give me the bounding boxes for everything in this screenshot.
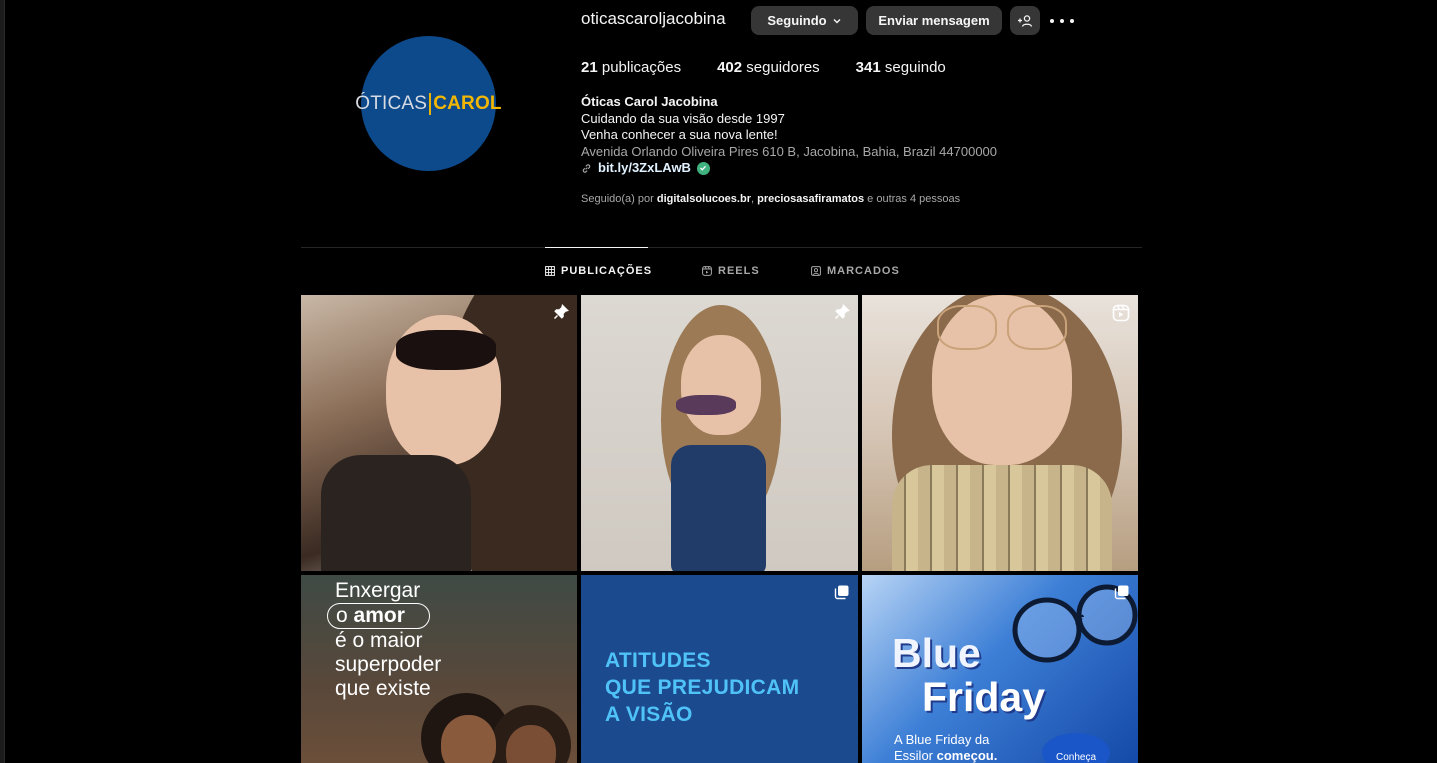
tile-6-sub-2b: começou.	[936, 748, 998, 763]
followers-label: seguidores	[746, 59, 820, 76]
photo-glasses-right	[1007, 305, 1067, 350]
reels-icon	[702, 266, 712, 276]
tile-5-line-2: QUE PREJUDICAM	[605, 676, 800, 699]
post-tile-4[interactable]: Enxergar o amor é o maior superpoder que…	[301, 575, 577, 763]
bio-name: Óticas Carol Jacobina	[581, 94, 718, 109]
tile-6-title-1: Blue	[892, 630, 981, 676]
carousel-icon	[834, 585, 849, 600]
bio-line-2: Venha conhecer a sua nova lente!	[581, 127, 778, 142]
tile-5-line-1: ATITUDES	[605, 649, 711, 672]
tile-6-badge-text: Conheça	[1055, 752, 1097, 763]
followed-by-suffix: e outras 4 pessoas	[867, 193, 961, 205]
profile-stats: 21 publicações 402 seguidores 341 seguin…	[581, 59, 982, 76]
bio-link[interactable]: bit.ly/3ZxLAwB	[581, 160, 997, 177]
post-tile-1[interactable]	[301, 295, 577, 571]
following-button-label: Seguindo	[767, 13, 827, 28]
following-button[interactable]: Seguindo	[751, 6, 858, 35]
tile-6-title: Blue Friday	[892, 631, 1045, 719]
pinned-icon	[553, 304, 569, 320]
posts-label: publicações	[601, 59, 682, 76]
window-edge	[0, 0, 5, 763]
tabs-divider	[301, 247, 1142, 248]
tile-6-badge: Conheça	[1042, 733, 1110, 763]
tab-tagged-label: MARCADOS	[827, 265, 900, 277]
followed-by-user-2[interactable]: preciosasafiramatos	[757, 193, 864, 205]
grid-icon	[545, 266, 555, 276]
following-stat[interactable]: 341 seguindo	[856, 59, 946, 76]
tile-4-line-3: é o maior	[335, 629, 423, 652]
tile-5-line-3: A VISÃO	[605, 703, 693, 726]
tile-6-sub-2a: Essilor	[894, 748, 937, 763]
suggest-users-button[interactable]	[1010, 6, 1040, 35]
reel-icon	[1112, 304, 1130, 322]
tile-4-line-2b: amor	[353, 604, 405, 627]
photo-plaid-shirt	[892, 465, 1112, 571]
post-tile-3[interactable]	[862, 295, 1138, 571]
send-message-button[interactable]: Enviar mensagem	[866, 6, 1002, 35]
avatar-logo-text-1: ÓTICAS	[355, 92, 428, 114]
tab-posts-label: PUBLICAÇÕES	[561, 265, 653, 277]
pinned-icon	[834, 304, 850, 320]
tile-4-line-2a: o	[336, 604, 354, 627]
tab-tagged[interactable]: MARCADOS	[811, 265, 900, 277]
photo-face	[681, 335, 761, 435]
more-options-icon[interactable]	[1050, 11, 1074, 31]
posts-stat[interactable]: 21 publicações	[581, 59, 681, 76]
carousel-icon	[1114, 585, 1129, 600]
bio-link-text: bit.ly/3ZxLAwB	[598, 160, 691, 175]
followers-stat[interactable]: 402 seguidores	[717, 59, 820, 76]
tagged-icon	[811, 266, 821, 276]
tile-6-sub-1: A Blue Friday da	[894, 732, 990, 747]
bio-line-1: Cuidando da sua visão desde 1997	[581, 110, 785, 126]
followers-count: 402	[717, 59, 743, 76]
profile-avatar[interactable]: ÓTICAS CAROL	[355, 36, 502, 171]
send-message-label: Enviar mensagem	[878, 13, 990, 28]
posts-count: 21	[581, 59, 598, 76]
photo-face-1	[441, 715, 496, 763]
tile-6-subtitle: A Blue Friday da Essilor começou.	[894, 732, 997, 763]
tile-6-title-2: Friday	[922, 674, 1046, 720]
tile-4-caption: Enxergar o amor é o maior superpoder que…	[327, 579, 442, 701]
link-icon	[582, 164, 591, 173]
following-count: 341	[855, 59, 881, 76]
photo-sunglasses	[396, 330, 496, 370]
tab-reels-label: REELS	[718, 265, 760, 277]
photo-clothing	[321, 455, 471, 571]
followed-by-separator: ,	[750, 193, 755, 205]
following-label: seguindo	[884, 59, 946, 76]
avatar-logo: ÓTICAS CAROL	[355, 92, 502, 115]
add-user-icon	[1018, 14, 1033, 27]
avatar-logo-separator	[429, 92, 432, 115]
followed-by-user-1[interactable]: digitalsolucoes.br	[657, 193, 751, 205]
photo-dress	[671, 445, 766, 571]
photo-sunglasses	[676, 395, 736, 415]
tile-4-highlight: o amor	[327, 603, 430, 629]
tab-reels[interactable]: REELS	[702, 265, 760, 277]
post-tile-6[interactable]: Blue Friday A Blue Friday da Essilor com…	[862, 575, 1138, 763]
bio-address[interactable]: Avenida Orlando Oliveira Pires 610 B, Ja…	[581, 144, 997, 161]
chevron-down-icon	[833, 18, 841, 23]
profile-username: oticascaroljacobina	[581, 9, 726, 28]
photo-glasses-left	[937, 305, 997, 350]
avatar-logo-text-2: CAROL	[433, 92, 502, 114]
tile-4-line-4: superpoder	[335, 653, 442, 676]
tile-5-caption: ATITUDES QUE PREJUDICAM A VISÃO	[605, 647, 799, 728]
followed-by[interactable]: Seguido(a) por digitalsolucoes.br, preci…	[581, 193, 960, 205]
verified-icon	[696, 161, 710, 175]
followed-by-prefix: Seguido(a) por	[581, 193, 654, 205]
tile-4-line-5: que existe	[335, 677, 431, 700]
tab-posts[interactable]: PUBLICAÇÕES	[545, 265, 652, 277]
profile-bio: Óticas Carol Jacobina Cuidando da sua vi…	[581, 94, 997, 177]
tile-4-line-1: Enxergar	[335, 579, 421, 602]
post-tile-2[interactable]	[581, 295, 858, 571]
active-tab-indicator	[545, 247, 648, 248]
post-tile-5[interactable]: ATITUDES QUE PREJUDICAM A VISÃO	[581, 575, 858, 763]
